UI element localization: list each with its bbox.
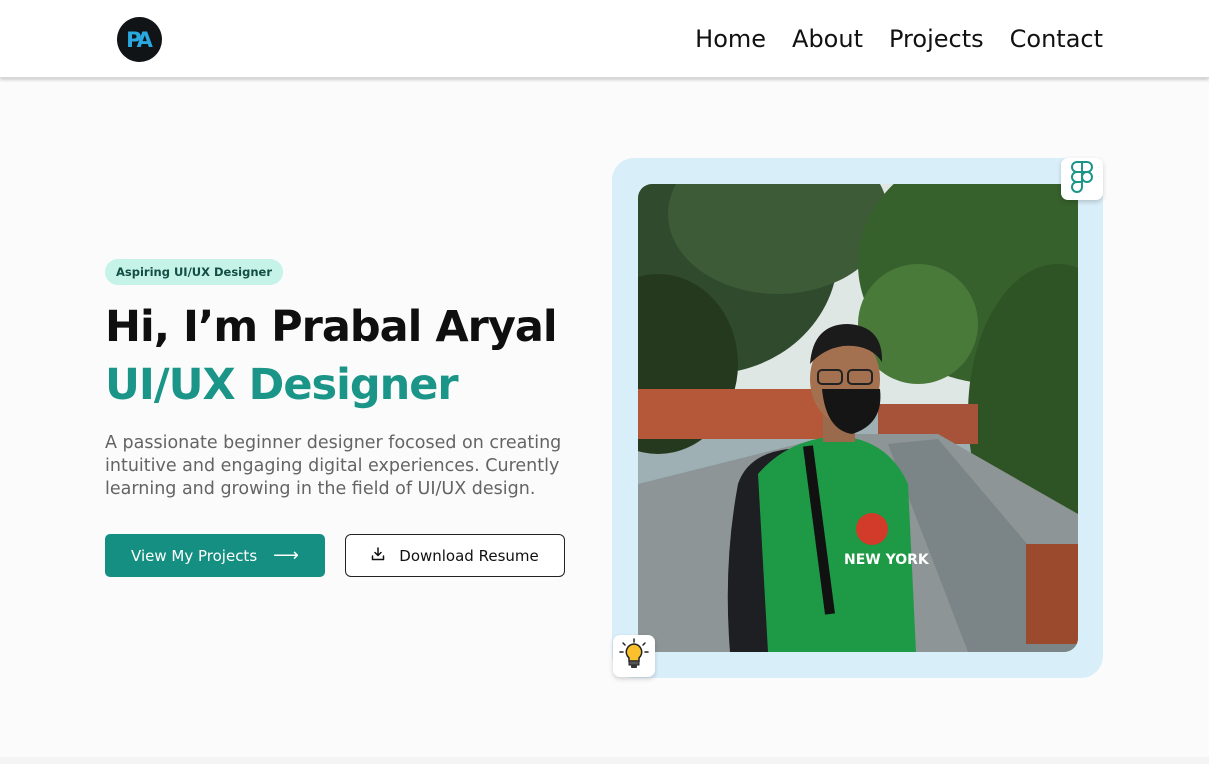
view-projects-label: View My Projects [131,546,258,565]
download-resume-button[interactable]: Download Resume [345,534,565,577]
nav-projects[interactable]: Projects [889,24,984,54]
arrow-right-icon: ⟶ [273,544,299,566]
logo-text: PA [126,27,153,52]
hero-role: UI/UX Designer [105,360,459,410]
logo[interactable]: PA [117,17,162,62]
section-divider [0,757,1209,764]
hero-description: A passionate beginner designer focosed o… [105,433,562,499]
role-badge: Aspiring UI/UX Designer [105,259,284,285]
hero-greeting: Hi, I’m Prabal Aryal [105,302,558,352]
nav-contact[interactable]: Contact [1010,24,1103,54]
view-projects-button[interactable]: View My Projects ⟶ [105,534,325,577]
shirt-print-text: NEW YORK [844,552,930,568]
profile-photo: NEW YORK [638,184,1078,652]
figma-icon [1071,160,1093,198]
nav-home[interactable]: Home [695,24,766,54]
download-icon [371,546,385,565]
idea-badge [613,635,655,677]
main-nav: Home About Projects Contact [695,24,1103,54]
nav-about[interactable]: About [792,24,863,54]
download-resume-label: Download Resume [399,546,539,565]
figma-badge [1061,158,1103,200]
lightbulb-icon [619,637,649,675]
top-navbar: PA Home About Projects Contact [0,0,1209,78]
